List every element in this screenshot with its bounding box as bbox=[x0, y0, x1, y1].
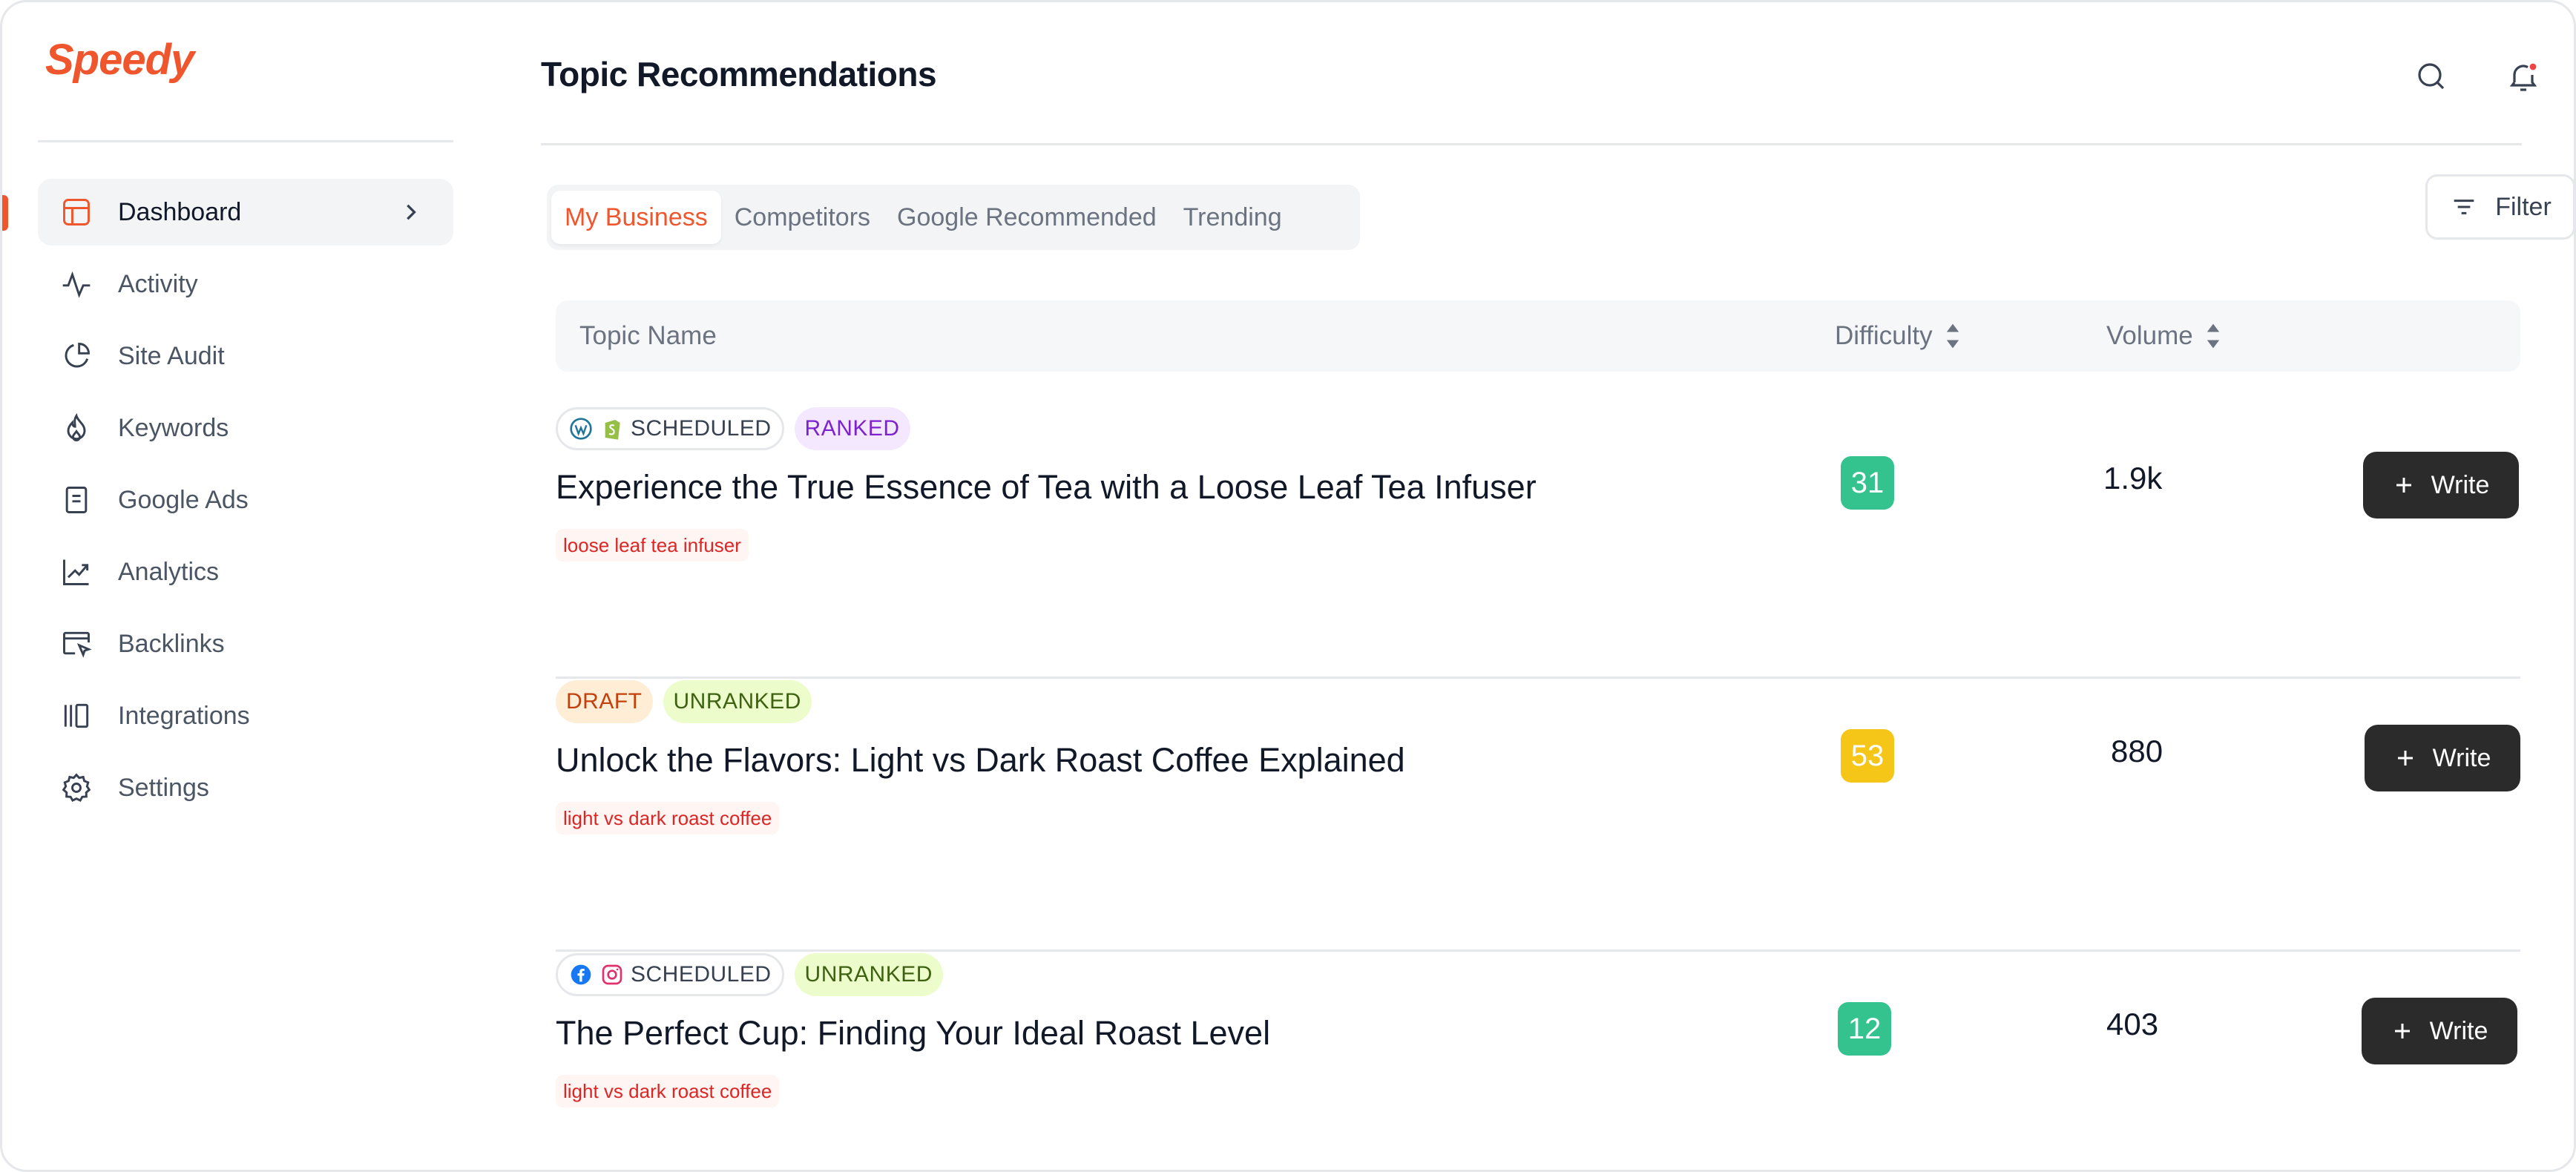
write-button[interactable]: Write bbox=[2365, 725, 2520, 791]
table-row[interactable]: SCHEDULED RANKED Experience the True Ess… bbox=[553, 407, 2520, 679]
rank-badge: UNRANKED bbox=[663, 680, 812, 723]
shopify-icon bbox=[599, 416, 625, 441]
sidebar: Speedy Dashboard Activity Site Audit Key… bbox=[2, 2, 492, 1170]
sidebar-nav: Dashboard Activity Site Audit Keywords G… bbox=[2, 179, 453, 826]
trend-icon bbox=[60, 556, 93, 588]
difficulty-score: 12 bbox=[1838, 1002, 1891, 1056]
browser-cursor-icon bbox=[60, 628, 93, 660]
rank-badge: UNRANKED bbox=[794, 953, 943, 996]
sidebar-item-settings[interactable]: Settings bbox=[38, 754, 453, 821]
sort-icon bbox=[1946, 323, 1959, 349]
sidebar-item-label: Site Audit bbox=[118, 341, 225, 370]
sidebar-item-dashboard[interactable]: Dashboard bbox=[2, 179, 453, 246]
integrations-icon bbox=[60, 699, 93, 732]
sidebar-item-label: Analytics bbox=[118, 557, 220, 586]
sidebar-item-keywords[interactable]: Keywords bbox=[38, 395, 453, 461]
write-button[interactable]: Write bbox=[2363, 452, 2519, 518]
status-label: SCHEDULED bbox=[631, 962, 772, 987]
write-label: Write bbox=[2431, 470, 2490, 499]
sort-icon bbox=[2207, 323, 2219, 349]
table-row[interactable]: SCHEDULED UNRANKED The Perfect Cup: Find… bbox=[553, 953, 2520, 1170]
chevron-right-icon bbox=[407, 204, 416, 220]
write-label: Write bbox=[2429, 1016, 2488, 1045]
sidebar-item-integrations[interactable]: Integrations bbox=[38, 682, 453, 749]
logo[interactable]: Speedy bbox=[45, 35, 194, 85]
keyword-tag: light vs dark roast coffee bbox=[556, 802, 780, 834]
tab-competitors[interactable]: Competitors bbox=[721, 191, 884, 244]
row-badges: DRAFT UNRANKED bbox=[556, 680, 812, 723]
page-title: Topic Recommendations bbox=[541, 55, 937, 93]
facebook-icon bbox=[568, 962, 594, 987]
sidebar-item-analytics[interactable]: Analytics bbox=[38, 539, 453, 605]
topic-tabs: My Business Competitors Google Recommend… bbox=[547, 185, 1360, 250]
difficulty-score: 31 bbox=[1841, 456, 1894, 510]
sidebar-item-label: Google Ads bbox=[118, 485, 249, 514]
filter-label: Filter bbox=[2495, 192, 2552, 221]
topic-title[interactable]: The Perfect Cup: Finding Your Ideal Roas… bbox=[556, 1014, 1270, 1053]
write-button[interactable]: Write bbox=[2362, 998, 2517, 1064]
activity-icon bbox=[60, 268, 93, 300]
volume-value: 1.9k bbox=[2103, 461, 2163, 496]
header-divider bbox=[541, 143, 2522, 145]
filter-button[interactable]: Filter bbox=[2425, 174, 2574, 240]
write-label: Write bbox=[2432, 743, 2491, 772]
flame-icon bbox=[60, 412, 93, 444]
plus-icon bbox=[2397, 751, 2413, 766]
sidebar-item-site-audit[interactable]: Site Audit bbox=[38, 323, 453, 389]
keyword-tag: loose leaf tea infuser bbox=[556, 529, 749, 562]
topic-title[interactable]: Unlock the Flavors: Light vs Dark Roast … bbox=[556, 741, 1405, 780]
column-label: Topic Name bbox=[579, 321, 717, 350]
sidebar-item-activity[interactable]: Activity bbox=[38, 251, 453, 317]
sidebar-item-google-ads[interactable]: Google Ads bbox=[38, 467, 453, 533]
topic-title[interactable]: Experience the True Essence of Tea with … bbox=[556, 468, 1537, 507]
active-indicator bbox=[2, 195, 8, 231]
filter-icon bbox=[2454, 200, 2474, 214]
app-window: Speedy Dashboard Activity Site Audit Key… bbox=[0, 0, 2576, 1172]
difficulty-score: 53 bbox=[1841, 729, 1894, 783]
sidebar-item-label: Activity bbox=[118, 269, 198, 298]
row-badges: SCHEDULED UNRANKED bbox=[556, 953, 943, 996]
volume-value: 880 bbox=[2111, 734, 2163, 768]
column-label: Difficulty bbox=[1835, 321, 1933, 350]
row-badges: SCHEDULED RANKED bbox=[556, 407, 910, 450]
sidebar-item-label: Integrations bbox=[118, 701, 250, 730]
status-label: SCHEDULED bbox=[631, 416, 772, 441]
column-difficulty[interactable]: Difficulty bbox=[1835, 321, 1961, 351]
table-row[interactable]: DRAFT UNRANKED Unlock the Flavors: Light… bbox=[553, 680, 2520, 952]
sidebar-item-label: Backlinks bbox=[118, 629, 225, 658]
pie-chart-icon bbox=[60, 340, 93, 372]
notification-bell-icon[interactable] bbox=[2501, 54, 2546, 99]
keyword-tag: light vs dark roast coffee bbox=[556, 1075, 780, 1107]
table-header: Topic Name Difficulty Volume bbox=[556, 300, 2520, 372]
document-icon bbox=[60, 484, 93, 516]
sidebar-item-label: Dashboard bbox=[118, 197, 242, 226]
search-icon[interactable] bbox=[2409, 54, 2454, 99]
wordpress-icon bbox=[568, 416, 594, 441]
column-topic-name: Topic Name bbox=[579, 321, 717, 351]
sidebar-divider bbox=[38, 140, 453, 142]
gear-icon bbox=[60, 771, 93, 804]
status-badge: DRAFT bbox=[556, 680, 653, 723]
column-label: Volume bbox=[2106, 321, 2193, 350]
instagram-icon bbox=[599, 962, 625, 987]
column-volume[interactable]: Volume bbox=[2106, 321, 2221, 351]
tab-my-business[interactable]: My Business bbox=[551, 191, 721, 244]
sidebar-item-backlinks[interactable]: Backlinks bbox=[38, 610, 453, 677]
sidebar-item-label: Keywords bbox=[118, 413, 229, 442]
row-divider bbox=[556, 949, 2520, 952]
rank-badge: RANKED bbox=[794, 407, 910, 450]
header-actions bbox=[2409, 54, 2546, 99]
dashboard-icon bbox=[60, 196, 93, 228]
row-divider bbox=[556, 676, 2520, 679]
tab-trending[interactable]: Trending bbox=[1170, 191, 1295, 244]
volume-value: 403 bbox=[2106, 1007, 2159, 1041]
sidebar-item-label: Settings bbox=[118, 773, 209, 802]
plus-icon bbox=[2394, 1024, 2410, 1038]
main-content: Topic Recommendations My Business Compet… bbox=[541, 2, 2574, 1170]
tab-google-recommended[interactable]: Google Recommended bbox=[884, 191, 1170, 244]
status-badge: SCHEDULED bbox=[556, 407, 784, 450]
plus-icon bbox=[2396, 478, 2411, 493]
status-badge: SCHEDULED bbox=[556, 953, 784, 996]
